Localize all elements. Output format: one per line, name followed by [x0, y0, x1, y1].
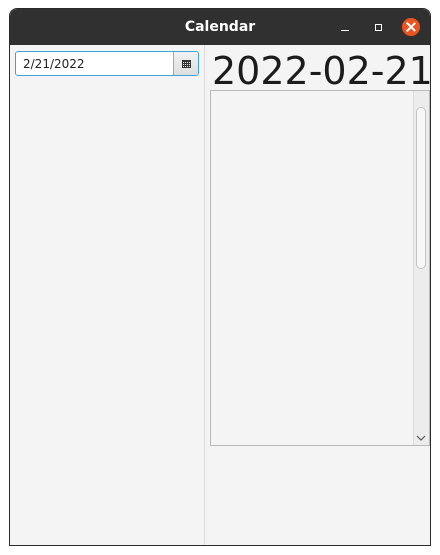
calendar-window: Calendar 2022-02-21 — [9, 8, 431, 546]
chevron-down-icon[interactable] — [416, 434, 426, 442]
close-icon — [406, 22, 416, 32]
maximize-button[interactable] — [368, 17, 388, 37]
scroll-thumb[interactable] — [416, 107, 426, 269]
selected-date-heading: 2022-02-21 — [212, 49, 431, 93]
window-title: Calendar — [184, 19, 256, 35]
date-input[interactable] — [16, 52, 173, 75]
left-pane — [10, 45, 205, 545]
title-bar[interactable]: Calendar — [10, 9, 430, 45]
events-list[interactable] — [210, 90, 430, 446]
close-button[interactable] — [402, 18, 420, 36]
date-picker — [15, 51, 199, 76]
maximize-icon — [374, 23, 382, 31]
date-picker-button[interactable] — [173, 52, 198, 75]
calendar-icon — [181, 59, 191, 68]
minimize-icon — [341, 29, 349, 31]
minimize-button[interactable] — [335, 17, 355, 37]
vertical-scrollbar[interactable] — [413, 91, 429, 445]
